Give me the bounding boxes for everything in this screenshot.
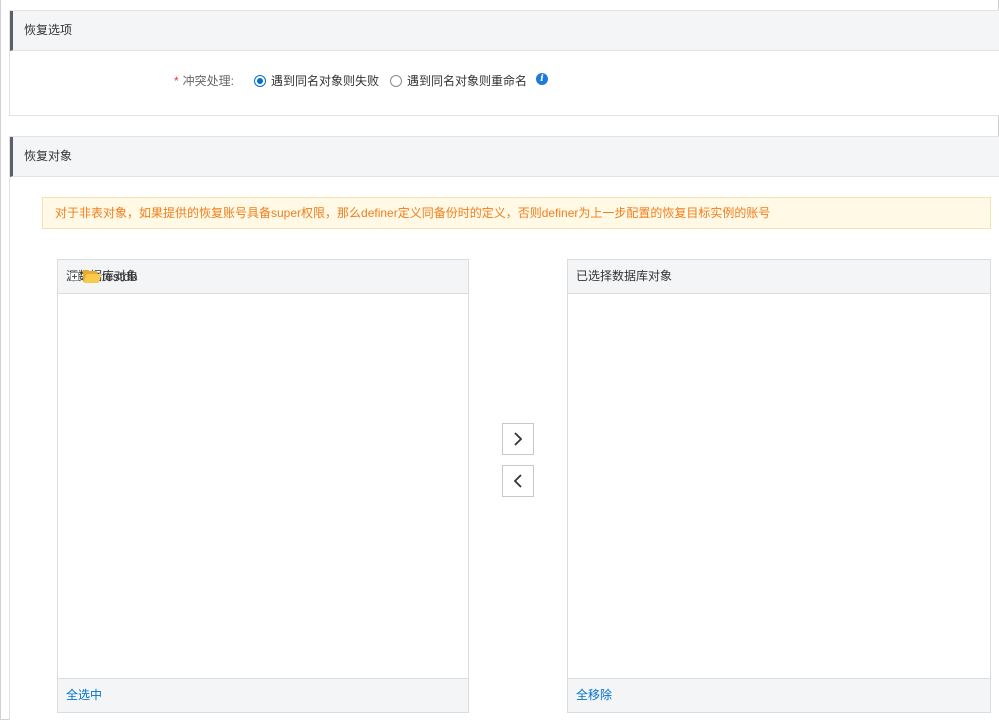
select-all-link[interactable]: 全选中 — [66, 688, 102, 702]
radio-dot-unchecked[interactable] — [390, 74, 402, 87]
selected-panel-footer: 全移除 — [568, 678, 990, 712]
conflict-handling-label: * 冲突处理: — [174, 72, 234, 89]
selected-panel-title: 已选择数据库对象 — [568, 260, 990, 294]
source-objects-panel: 源数据库对象 testdb 全选中 — [57, 259, 469, 713]
section-title-restore-objects: 恢复对象 — [10, 137, 999, 177]
remove-all-link[interactable]: 全移除 — [576, 688, 612, 702]
restore-objects-section: 恢复对象 对于非表对象，如果提供的恢复账号具备super权限，那么definer… — [9, 136, 999, 720]
restore-options-section: 恢复选项 * 冲突处理: 遇到同名对象则失败 遇到同名对象则重命名 i — [9, 10, 999, 116]
move-right-button[interactable] — [502, 423, 534, 455]
radio-fail-on-conflict[interactable]: 遇到同名对象则失败 — [254, 72, 379, 89]
move-left-button[interactable] — [502, 465, 534, 497]
tree-node-label[interactable]: testdb — [102, 269, 137, 284]
section-title-restore-options: 恢复选项 — [10, 11, 999, 51]
definer-notice: 对于非表对象，如果提供的恢复账号具备super权限，那么definer定义同备份… — [42, 197, 991, 229]
info-icon[interactable]: i — [536, 73, 548, 85]
required-mark: * — [174, 74, 179, 88]
radio-rename-label: 遇到同名对象则重命名 — [407, 74, 528, 88]
source-panel-footer: 全选中 — [58, 678, 468, 712]
selected-objects-panel: 已选择数据库对象 全移除 — [567, 259, 991, 713]
folder-open-icon — [83, 269, 102, 283]
conflict-label-text: 冲突处理: — [182, 74, 235, 88]
conflict-handling-row: * 冲突处理: 遇到同名对象则失败 遇到同名对象则重命名 i — [10, 69, 999, 89]
chevron-left-icon — [513, 474, 522, 488]
expand-plus-icon[interactable] — [70, 271, 79, 281]
tree-node-testdb[interactable]: testdb — [70, 268, 137, 284]
radio-rename-on-conflict[interactable]: 遇到同名对象则重命名 — [390, 72, 527, 89]
radio-dot-checked[interactable] — [254, 74, 266, 87]
chevron-right-icon — [514, 432, 523, 446]
radio-fail-label: 遇到同名对象则失败 — [271, 74, 380, 88]
